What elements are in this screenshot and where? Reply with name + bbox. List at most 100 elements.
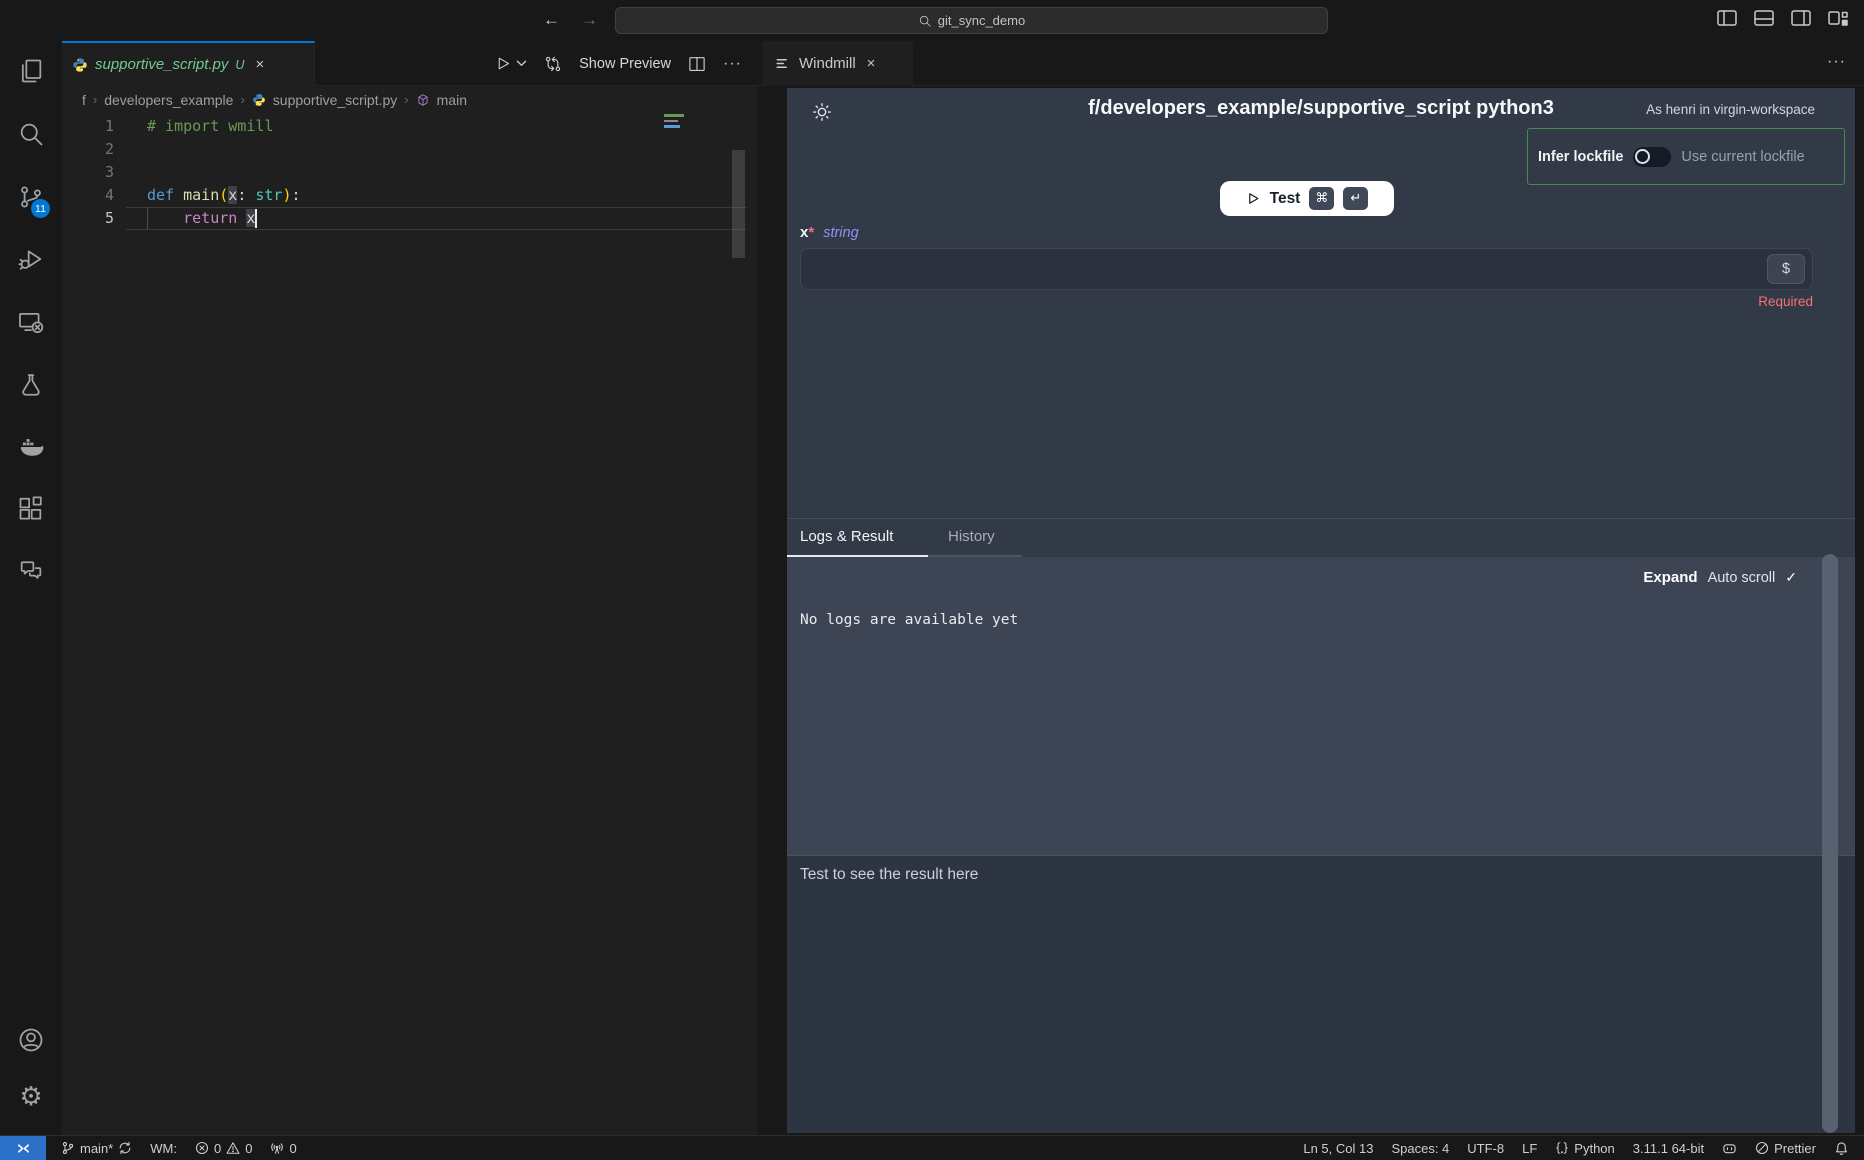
braces-icon (1555, 1141, 1569, 1155)
tab-close-icon[interactable]: × (255, 56, 264, 73)
tab-close-icon[interactable]: × (867, 55, 876, 72)
python-interpreter-item[interactable]: 3.11.1 64-bit (1624, 1136, 1713, 1160)
minimap-mark (664, 120, 678, 122)
ports-item[interactable]: 0 (261, 1136, 305, 1160)
auto-scroll-label[interactable]: Auto scroll (1708, 570, 1776, 586)
breadcrumb-file[interactable]: supportive_script.py (273, 92, 398, 108)
cmd-key-icon: ⌘ (1309, 187, 1334, 210)
line-number: 2 (62, 138, 114, 161)
ports-count: 0 (289, 1141, 296, 1156)
encoding-item[interactable]: UTF-8 (1458, 1136, 1513, 1160)
show-preview-button[interactable]: Show Preview (579, 56, 671, 72)
test-button-label: Test (1270, 190, 1301, 208)
breadcrumb-symbol[interactable]: main (437, 92, 467, 108)
prettier-item[interactable]: Prettier (1746, 1136, 1825, 1160)
testing-icon[interactable] (17, 371, 45, 399)
eol-label: LF (1522, 1141, 1537, 1156)
remote-indicator[interactable] (0, 1136, 46, 1160)
run-debug-icon[interactable] (17, 245, 45, 273)
remote-explorer-icon[interactable] (17, 308, 45, 336)
no-logs-message: No logs are available yet (800, 612, 1018, 628)
nav-back-button[interactable]: ← (543, 10, 560, 30)
run-dropdown-chevron-icon[interactable] (516, 59, 527, 68)
explorer-icon[interactable] (17, 57, 45, 85)
editor-more-actions-icon[interactable]: ··· (723, 55, 742, 73)
indentation-item[interactable]: Spaces: 4 (1382, 1136, 1458, 1160)
breadcrumb-folder[interactable]: f (82, 92, 86, 108)
editor-scrollbar[interactable] (732, 150, 745, 258)
required-message: Required (1758, 294, 1813, 309)
wm-status-item[interactable]: WM: (141, 1136, 186, 1160)
result-placeholder: Test to see the result here (800, 866, 978, 884)
indent-label: Spaces: 4 (1391, 1141, 1449, 1156)
docker-icon[interactable] (17, 433, 45, 461)
runtime-label: 3.11.1 64-bit (1633, 1141, 1704, 1156)
tab-windmill[interactable]: Windmill × (762, 41, 913, 86)
account-icon[interactable] (17, 1026, 45, 1054)
toggle-secondary-sidebar-icon[interactable] (1791, 10, 1811, 26)
breadcrumb-separator: › (240, 92, 244, 107)
infer-lockfile-label: Infer lockfile (1538, 149, 1623, 165)
symbol-cube-icon (416, 93, 430, 107)
tab-logs-result[interactable]: Logs & Result (800, 528, 893, 545)
dollar-button[interactable]: $ (1767, 254, 1805, 284)
breadcrumb-separator: › (404, 92, 408, 107)
problems-item[interactable]: 0 0 (186, 1136, 261, 1160)
encoding-label: UTF-8 (1467, 1141, 1504, 1156)
notifications-bell-icon[interactable] (1825, 1136, 1858, 1160)
code-line-1: # import wmill (147, 115, 273, 138)
tab-history[interactable]: History (948, 528, 995, 545)
result-tabs: Logs & Result History (787, 518, 1855, 557)
split-editor-icon[interactable] (688, 55, 706, 73)
use-current-lockfile-label: Use current lockfile (1681, 149, 1804, 165)
play-icon (1246, 191, 1261, 206)
enter-key-icon: ↵ (1343, 187, 1368, 210)
line-number-current: 5 (62, 207, 114, 230)
toggle-panel-icon[interactable] (1754, 10, 1774, 26)
breadcrumb-separator: › (93, 92, 97, 107)
copilot-icon[interactable] (1713, 1136, 1746, 1160)
command-center-search[interactable]: git_sync_demo (615, 7, 1328, 34)
logs-area: Expand Auto scroll ✓ No logs are availab… (787, 557, 1855, 855)
minimap-mark (664, 114, 684, 117)
language-mode-item[interactable]: Python (1546, 1136, 1623, 1160)
minimap-mark (664, 125, 680, 128)
expand-button[interactable]: Expand (1643, 569, 1697, 586)
panel-more-actions-icon[interactable]: ··· (1827, 53, 1846, 71)
code-editor[interactable]: 1 2 3 4 5 # import wmill def main(x: str… (62, 113, 758, 1135)
circle-slash-icon (1755, 1141, 1769, 1155)
cursor-position-item[interactable]: Ln 5, Col 13 (1294, 1136, 1382, 1160)
comments-icon[interactable] (17, 557, 45, 585)
breadcrumb-folder[interactable]: developers_example (104, 92, 233, 108)
branch-label: main* (80, 1141, 113, 1156)
python-file-icon (72, 57, 88, 73)
eol-item[interactable]: LF (1513, 1136, 1546, 1160)
warning-count: 0 (245, 1141, 252, 1156)
search-value: git_sync_demo (938, 13, 1025, 28)
source-control-badge: 11 (31, 199, 50, 218)
nav-forward-button[interactable]: → (581, 10, 598, 30)
windmill-panel: f/developers_example/supportive_script p… (787, 88, 1855, 1133)
git-branch-item[interactable]: main* (52, 1136, 141, 1160)
test-button[interactable]: Test ⌘ ↵ (1220, 181, 1394, 216)
panel-scrollbar[interactable] (1822, 554, 1838, 1133)
error-count: 0 (214, 1141, 221, 1156)
toggle-sidebar-icon[interactable] (1717, 10, 1737, 26)
open-changes-icon[interactable] (544, 55, 562, 73)
lockfile-toggle[interactable] (1633, 147, 1671, 167)
argument-input[interactable] (811, 253, 1751, 285)
search-icon (918, 14, 932, 28)
arg-type: string (823, 225, 858, 241)
tab-untracked-badge: U (235, 58, 244, 72)
breadcrumb: f › developers_example › supportive_scri… (62, 86, 758, 113)
customize-layout-icon[interactable] (1828, 10, 1848, 26)
settings-gear-icon[interactable]: ⚙ (17, 1083, 45, 1111)
extensions-icon[interactable] (17, 495, 45, 523)
sync-icon (118, 1141, 132, 1155)
tab-supportive-script[interactable]: supportive_script.py U × (62, 41, 315, 86)
activity-bar: 11 ⚙ (0, 41, 62, 1135)
radio-tower-icon (270, 1141, 284, 1155)
run-python-icon[interactable] (495, 55, 512, 72)
search-sidebar-icon[interactable] (17, 120, 45, 148)
required-star: * (808, 224, 814, 241)
